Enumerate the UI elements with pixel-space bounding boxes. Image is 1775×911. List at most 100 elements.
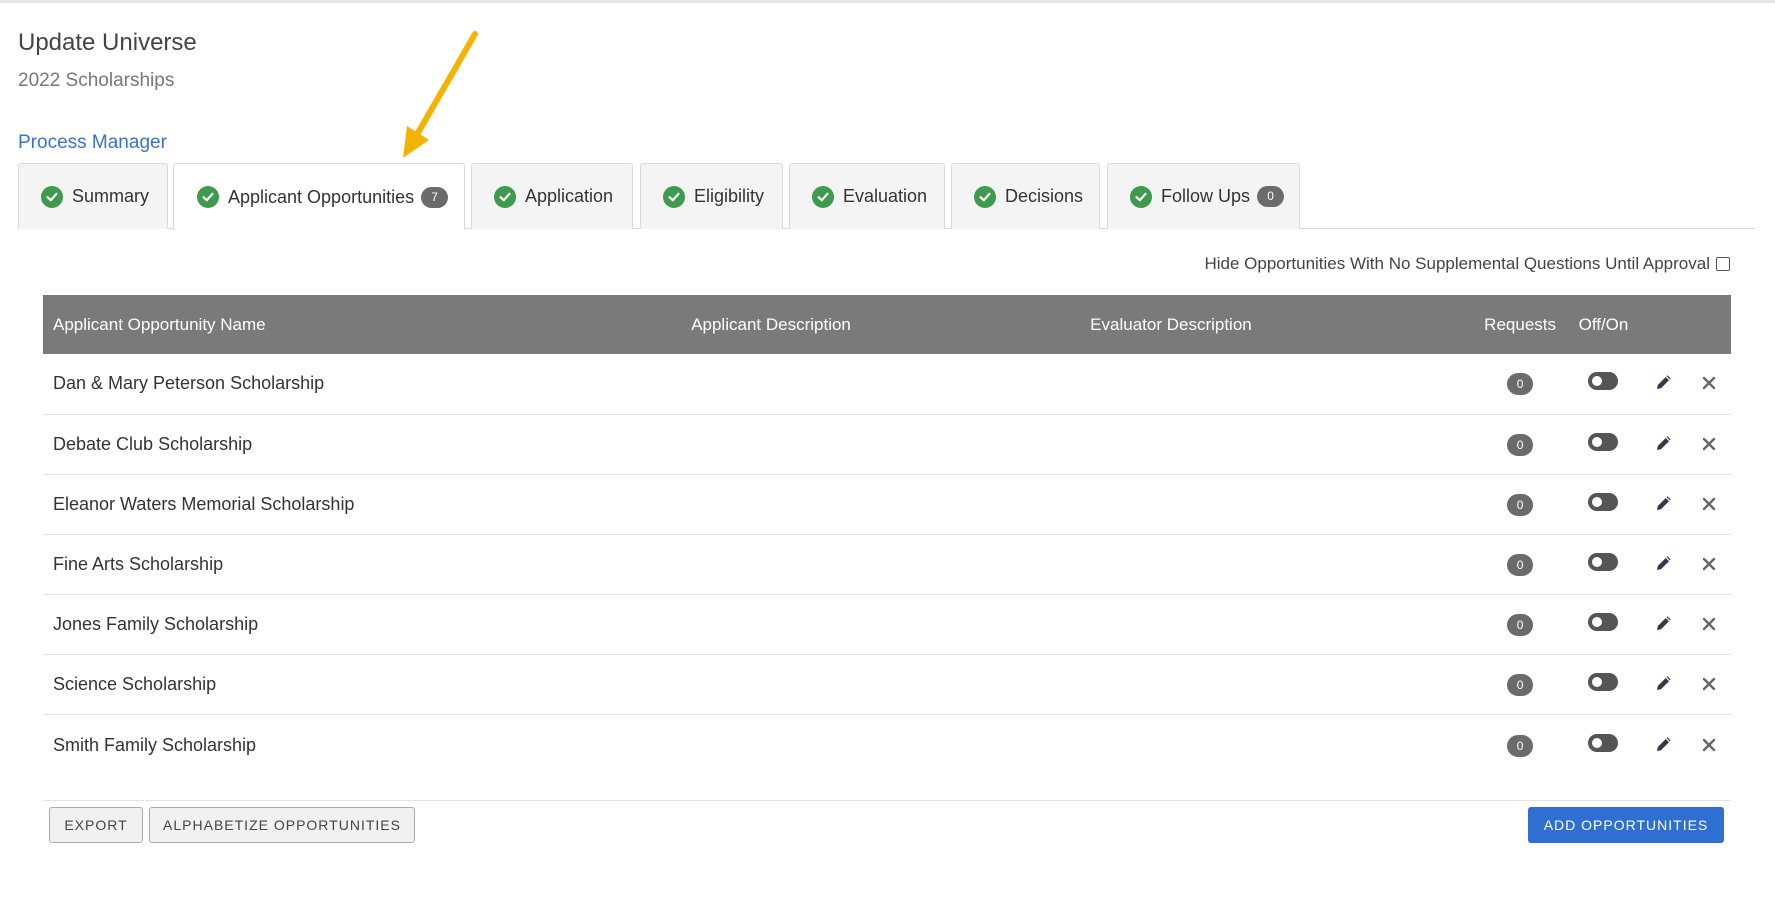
applicant-description (681, 594, 1081, 655)
opportunity-name[interactable]: Jones Family Scholarship (43, 594, 682, 655)
hide-opportunities-checkbox[interactable] (1716, 257, 1730, 271)
pencil-icon[interactable] (1652, 491, 1676, 515)
close-icon[interactable] (1697, 733, 1721, 757)
opportunities-table: Applicant Opportunity Name Applicant Des… (43, 295, 1731, 776)
pencil-icon[interactable] (1652, 431, 1676, 455)
close-icon[interactable] (1697, 552, 1721, 576)
tab-eligibility[interactable]: Eligibility (640, 163, 783, 229)
applicant-description (681, 354, 1081, 415)
add-opportunities-button[interactable]: ADD OPPORTUNITIES (1528, 807, 1724, 843)
evaluator-description (1080, 594, 1475, 655)
on-off-toggle[interactable] (1588, 432, 1619, 451)
table-header-row: Applicant Opportunity Name Applicant Des… (43, 295, 1731, 354)
applicant-description (681, 714, 1080, 776)
tab-label: Follow Ups (1161, 186, 1251, 206)
evaluator-description (1080, 714, 1474, 776)
column-header-off-on[interactable]: Off/On (1566, 295, 1641, 354)
on-off-toggle[interactable] (1588, 612, 1619, 631)
requests-count-badge: 0 (1507, 373, 1534, 396)
requests-count-badge: 0 (1507, 734, 1534, 757)
check-circle-icon (974, 185, 996, 208)
close-icon[interactable] (1697, 612, 1721, 636)
opportunity-name[interactable]: Eleanor Waters Memorial Scholarship (43, 474, 682, 535)
requests-count-badge: 0 (1507, 673, 1534, 696)
tab-applicant-opportunities[interactable]: Applicant Opportunities 7 (173, 163, 465, 230)
column-header-edit (1641, 295, 1687, 354)
close-icon[interactable] (1697, 672, 1721, 696)
hide-opportunities-option: Hide Opportunities With No Supplemental … (1204, 254, 1730, 274)
close-icon[interactable] (1697, 432, 1721, 456)
column-header-applicant-description[interactable]: Applicant Description (681, 295, 1080, 354)
tab-follow-ups[interactable]: Follow Ups 0 (1107, 163, 1300, 229)
process-manager-link[interactable]: Process Manager (18, 132, 167, 154)
evaluator-description (1080, 534, 1475, 595)
annotation-arrow (403, 31, 478, 158)
table-row: Eleanor Waters Memorial Scholarship 0 (43, 474, 1731, 535)
alphabetize-button[interactable]: ALPHABETIZE OPPORTUNITIES (149, 807, 415, 843)
tab-evaluation[interactable]: Evaluation (789, 163, 945, 229)
requests-count-badge: 0 (1507, 613, 1534, 636)
footer-divider (43, 800, 1731, 801)
applicant-description (681, 534, 1081, 595)
requests-count-badge: 0 (1507, 433, 1534, 456)
table-row: Science Scholarship 0 (43, 654, 1731, 715)
check-circle-icon (494, 185, 516, 208)
tab-label: Decisions (1005, 186, 1084, 206)
requests-count-badge: 0 (1507, 553, 1534, 576)
page-title: Update Universe (18, 29, 197, 56)
tab-application[interactable]: Application (471, 163, 633, 229)
top-strip (0, 0, 1775, 3)
on-off-toggle[interactable] (1588, 733, 1619, 752)
pencil-icon[interactable] (1652, 671, 1676, 695)
count-badge: 7 (421, 186, 449, 208)
export-button[interactable]: EXPORT (49, 807, 143, 843)
check-circle-icon (1130, 185, 1152, 208)
on-off-toggle[interactable] (1588, 552, 1619, 571)
column-header-evaluator-description[interactable]: Evaluator Description (1080, 295, 1474, 354)
pencil-icon[interactable] (1652, 370, 1676, 394)
column-header-requests[interactable]: Requests (1474, 295, 1566, 354)
tab-decisions[interactable]: Decisions (951, 163, 1100, 229)
tab-label: Applicant Opportunities (228, 186, 415, 207)
table-row: Debate Club Scholarship 0 (43, 414, 1731, 475)
check-circle-icon (41, 185, 63, 208)
check-circle-icon (663, 185, 685, 208)
tab-summary[interactable]: Summary (18, 163, 168, 229)
opportunity-name[interactable]: Fine Arts Scholarship (43, 534, 682, 595)
tab-label: Evaluation (843, 186, 928, 206)
pencil-icon[interactable] (1652, 611, 1676, 635)
tab-label: Summary (72, 186, 150, 206)
check-circle-icon (812, 185, 834, 208)
count-badge: 0 (1257, 186, 1285, 207)
evaluator-description (1080, 474, 1475, 535)
table-row: Jones Family Scholarship 0 (43, 594, 1731, 655)
table-row: Dan & Mary Peterson Scholarship 0 (43, 354, 1731, 415)
opportunity-name[interactable]: Science Scholarship (43, 654, 682, 715)
table-row: Fine Arts Scholarship 0 (43, 534, 1731, 595)
close-icon[interactable] (1697, 371, 1721, 395)
evaluator-description (1080, 354, 1475, 415)
hide-opportunities-label: Hide Opportunities With No Supplemental … (1204, 254, 1710, 273)
evaluator-description (1080, 654, 1475, 715)
pencil-icon[interactable] (1652, 732, 1676, 756)
applicant-description (681, 654, 1081, 715)
pencil-icon[interactable] (1652, 551, 1676, 575)
column-header-name[interactable]: Applicant Opportunity Name (43, 295, 681, 354)
opportunity-name[interactable]: Smith Family Scholarship (43, 714, 681, 776)
applicant-description (681, 414, 1081, 475)
on-off-toggle[interactable] (1588, 492, 1619, 511)
close-icon[interactable] (1697, 492, 1721, 516)
evaluator-description (1080, 414, 1475, 475)
tab-label: Eligibility (694, 186, 765, 206)
requests-count-badge: 0 (1507, 493, 1534, 516)
opportunity-name[interactable]: Debate Club Scholarship (43, 414, 682, 475)
column-header-delete (1687, 295, 1731, 354)
check-circle-icon (197, 186, 219, 208)
opportunity-name[interactable]: Dan & Mary Peterson Scholarship (43, 354, 682, 415)
tab-bar: Summary Applicant Opportunities 7 Applic… (18, 163, 1755, 230)
on-off-toggle[interactable] (1588, 672, 1619, 691)
on-off-toggle[interactable] (1588, 372, 1619, 391)
tab-label: Application (525, 186, 614, 206)
page-subtitle: 2022 Scholarships (18, 70, 175, 91)
applicant-description (681, 474, 1081, 535)
